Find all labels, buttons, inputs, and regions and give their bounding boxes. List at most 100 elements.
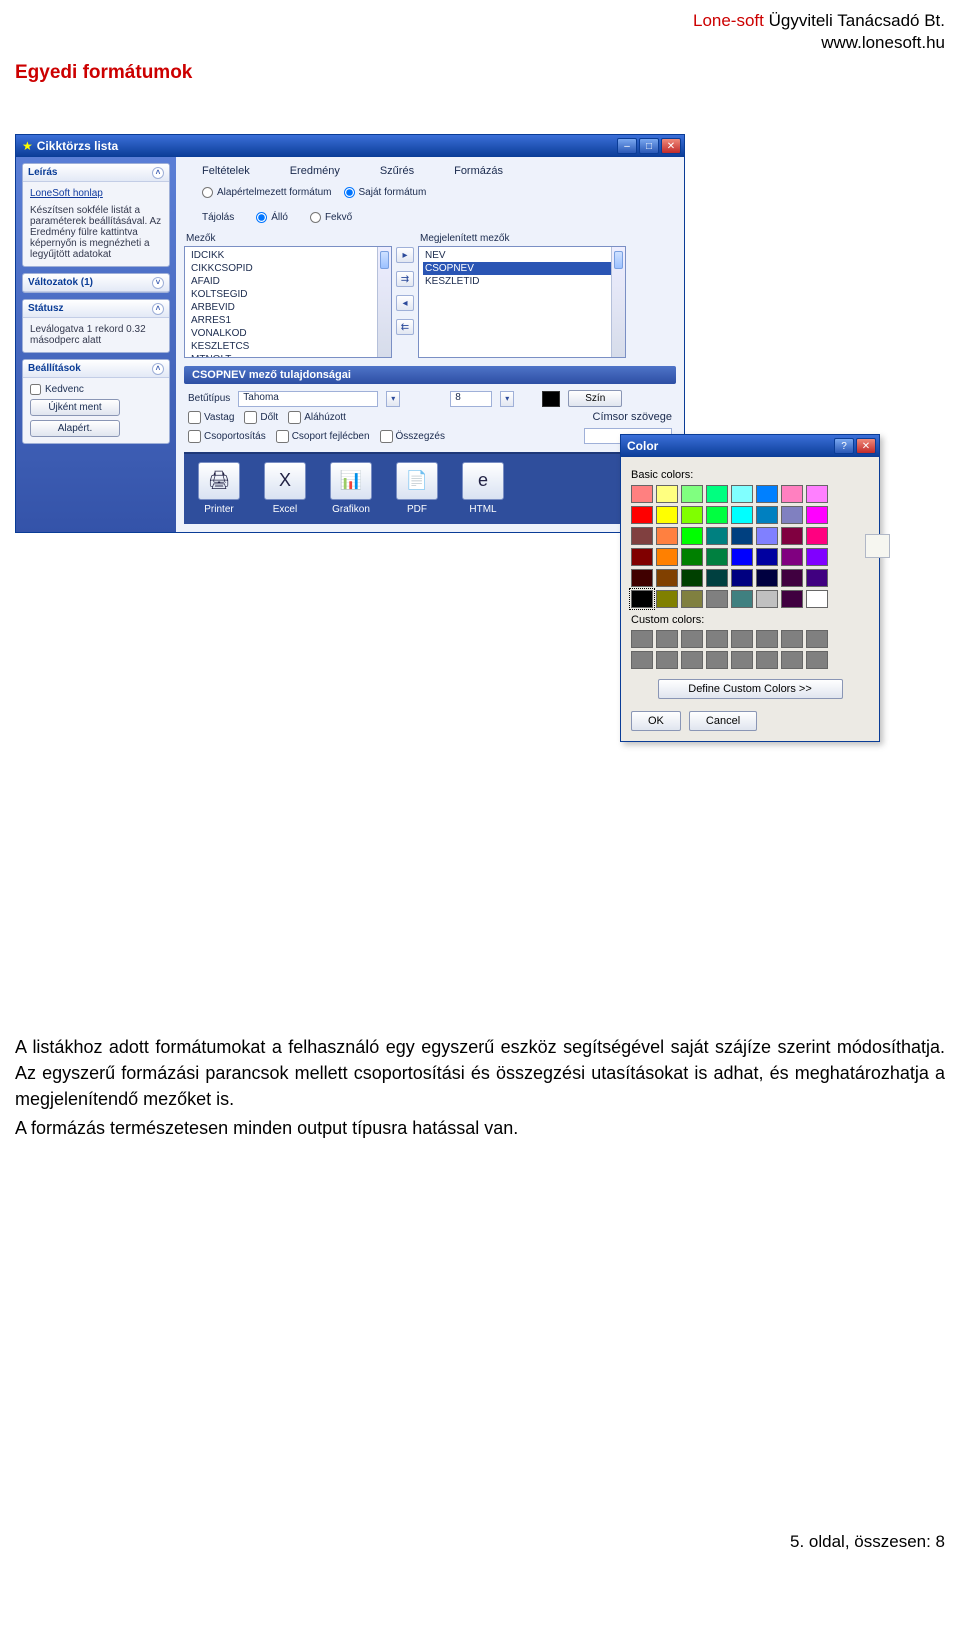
- close-button[interactable]: ✕: [856, 438, 876, 454]
- list-item[interactable]: VONALKOD: [189, 327, 377, 340]
- list-item[interactable]: NEV: [423, 249, 611, 262]
- color-swatch[interactable]: [756, 569, 778, 587]
- color-swatch[interactable]: [781, 651, 803, 669]
- tab-formazas[interactable]: Formázás: [454, 165, 503, 177]
- collapse-icon[interactable]: ˄: [152, 363, 164, 375]
- maximize-button[interactable]: □: [639, 138, 659, 154]
- color-swatch[interactable]: [731, 651, 753, 669]
- color-swatch[interactable]: [706, 590, 728, 608]
- radio-default-format[interactable]: Alapértelmezett formátum: [202, 187, 332, 198]
- font-size-select[interactable]: 8: [450, 391, 492, 407]
- define-custom-button[interactable]: Define Custom Colors >>: [658, 679, 843, 699]
- color-swatch[interactable]: [781, 569, 803, 587]
- list-item[interactable]: ARBEVID: [189, 301, 377, 314]
- color-swatch[interactable]: [706, 548, 728, 566]
- color-swatch[interactable]: [706, 527, 728, 545]
- tab-szures[interactable]: Szűrés: [380, 165, 414, 177]
- color-swatch[interactable]: [681, 485, 703, 503]
- color-swatch[interactable]: [756, 527, 778, 545]
- scrollbar[interactable]: [377, 247, 391, 357]
- summary-checkbox[interactable]: Összegzés: [380, 428, 445, 444]
- color-swatch[interactable]: [731, 506, 753, 524]
- output-printer[interactable]: 🖨Printer: [198, 462, 240, 515]
- color-swatch[interactable]: [631, 548, 653, 566]
- ok-button[interactable]: OK: [631, 711, 681, 731]
- italic-checkbox[interactable]: Dőlt: [244, 411, 278, 424]
- color-swatch[interactable]: [656, 527, 678, 545]
- visible-fields-list[interactable]: NEVCSOPNEVKESZLETID: [418, 246, 626, 358]
- honlap-link[interactable]: LoneSoft honlap: [30, 188, 162, 199]
- collapse-icon[interactable]: ˄: [152, 167, 164, 179]
- color-swatch[interactable]: [542, 391, 560, 407]
- color-swatch[interactable]: [781, 630, 803, 648]
- output-pdf[interactable]: 📄PDF: [396, 462, 438, 515]
- color-swatch[interactable]: [706, 569, 728, 587]
- move-all-left-icon[interactable]: ⇇: [396, 319, 414, 335]
- color-swatch[interactable]: [731, 548, 753, 566]
- font-select[interactable]: Tahoma: [238, 391, 378, 407]
- alapert-button[interactable]: Alapért.: [30, 420, 120, 437]
- collapse-icon[interactable]: ˄: [152, 303, 164, 315]
- color-button[interactable]: Szín: [568, 390, 622, 407]
- color-swatch[interactable]: [806, 548, 828, 566]
- output-html[interactable]: eHTML: [462, 462, 504, 515]
- color-swatch[interactable]: [631, 630, 653, 648]
- list-item[interactable]: ARRES1: [189, 314, 377, 327]
- color-swatch[interactable]: [781, 527, 803, 545]
- color-swatch[interactable]: [806, 590, 828, 608]
- color-swatch[interactable]: [656, 569, 678, 587]
- color-swatch[interactable]: [756, 630, 778, 648]
- color-swatch[interactable]: [706, 506, 728, 524]
- group-checkbox[interactable]: Csoportosítás: [188, 428, 266, 444]
- output-grafikon[interactable]: 📊Grafikon: [330, 462, 372, 515]
- color-swatch[interactable]: [806, 506, 828, 524]
- kedvenc-checkbox[interactable]: Kedvenc: [30, 384, 162, 395]
- move-right-icon[interactable]: ▸: [396, 247, 414, 263]
- color-swatch[interactable]: [706, 630, 728, 648]
- radio-landscape[interactable]: Fekvő: [310, 212, 352, 223]
- color-swatch[interactable]: [656, 590, 678, 608]
- ujkent-ment-button[interactable]: Újként ment: [30, 399, 120, 416]
- color-swatch[interactable]: [706, 651, 728, 669]
- color-swatch[interactable]: [706, 485, 728, 503]
- color-swatch[interactable]: [631, 506, 653, 524]
- color-swatch[interactable]: [731, 527, 753, 545]
- color-swatch[interactable]: [806, 485, 828, 503]
- chevron-down-icon[interactable]: ▾: [386, 391, 400, 407]
- color-swatch[interactable]: [731, 630, 753, 648]
- color-swatch[interactable]: [681, 651, 703, 669]
- color-swatch[interactable]: [731, 590, 753, 608]
- color-swatch[interactable]: [781, 590, 803, 608]
- chevron-down-icon[interactable]: ▾: [500, 391, 514, 407]
- color-swatch[interactable]: [656, 651, 678, 669]
- color-swatch[interactable]: [631, 569, 653, 587]
- color-swatch[interactable]: [781, 548, 803, 566]
- color-swatch[interactable]: [681, 548, 703, 566]
- close-button[interactable]: ✕: [661, 138, 681, 154]
- radio-portrait[interactable]: Álló: [256, 212, 288, 223]
- help-button[interactable]: ?: [834, 438, 854, 454]
- expand-icon[interactable]: ˅: [152, 277, 164, 289]
- underline-checkbox[interactable]: Aláhúzott: [288, 411, 346, 424]
- output-excel[interactable]: XExcel: [264, 462, 306, 515]
- color-swatch[interactable]: [756, 548, 778, 566]
- color-swatch[interactable]: [656, 630, 678, 648]
- color-swatch[interactable]: [756, 590, 778, 608]
- color-swatch[interactable]: [681, 630, 703, 648]
- color-swatch[interactable]: [656, 548, 678, 566]
- color-swatch[interactable]: [731, 485, 753, 503]
- color-swatch[interactable]: [656, 506, 678, 524]
- color-swatch[interactable]: [806, 527, 828, 545]
- move-all-right-icon[interactable]: ⇉: [396, 271, 414, 287]
- list-item[interactable]: AFAID: [189, 275, 377, 288]
- list-item[interactable]: CSOPNEV: [423, 262, 611, 275]
- color-swatch[interactable]: [681, 590, 703, 608]
- color-swatch[interactable]: [656, 485, 678, 503]
- color-swatch[interactable]: [631, 485, 653, 503]
- color-swatch[interactable]: [756, 506, 778, 524]
- minimize-button[interactable]: –: [617, 138, 637, 154]
- group-header-checkbox[interactable]: Csoport fejlécben: [276, 428, 370, 444]
- color-swatch[interactable]: [681, 569, 703, 587]
- color-swatch[interactable]: [806, 569, 828, 587]
- scrollbar[interactable]: [611, 247, 625, 357]
